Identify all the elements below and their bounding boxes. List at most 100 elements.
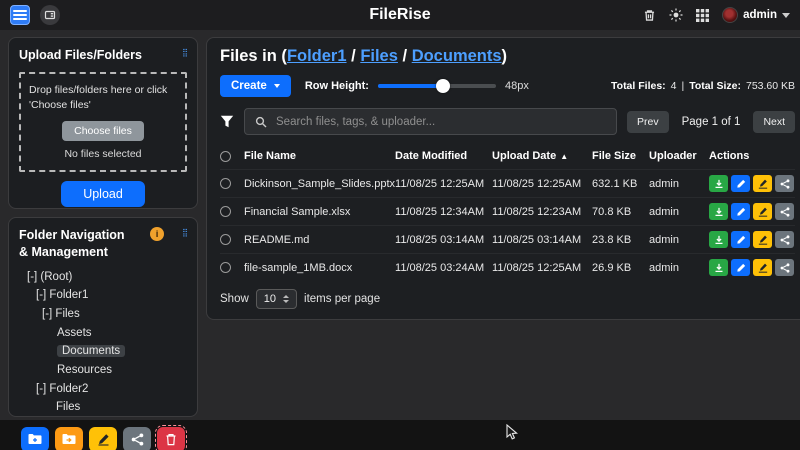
user-avatar (722, 7, 738, 23)
select-all-checkbox[interactable] (220, 151, 231, 162)
toolbar: Create Row Height: 48px Total Files:4 | … (220, 75, 795, 97)
table-row[interactable]: README.md 11/08/25 03:14AM 11/08/25 03:1… (220, 225, 795, 253)
filter-icon (220, 115, 234, 128)
table-row[interactable]: Dickinson_Sample_Slides.pptx 11/08/25 12… (220, 169, 795, 197)
prev-page-button[interactable]: Prev (627, 111, 669, 133)
table-header-row: File Name Date Modified Upload Date▲ Fil… (220, 144, 795, 169)
tree-item-folder2[interactable]: [-] Folder2 (19, 380, 187, 399)
file-size: 70.8 KB (592, 206, 649, 218)
share-button[interactable] (775, 203, 794, 220)
rename-button[interactable] (753, 175, 772, 192)
tree-item-root[interactable]: [-] (Root) (19, 268, 187, 287)
uploader: admin (649, 178, 709, 190)
folder-nav-card: Folder Navigation & Management i ⣿ [-] (… (8, 217, 198, 417)
totals: Total Files:4 | Total Size:753.60 KB (611, 80, 795, 92)
choose-files-button[interactable]: Choose files (62, 121, 144, 141)
breadcrumb-folder1[interactable]: Folder1 (287, 47, 347, 65)
rename-button[interactable] (753, 231, 772, 248)
pencil-icon (97, 433, 110, 446)
col-uploader[interactable]: Uploader (649, 150, 709, 162)
pencil-icon (736, 235, 746, 245)
next-page-button[interactable]: Next (753, 111, 795, 133)
row-checkbox[interactable] (220, 206, 231, 217)
apps-grid-button[interactable] (696, 9, 709, 22)
tree-item-folder2-files[interactable]: Files (19, 398, 187, 417)
file-name[interactable]: Dickinson_Sample_Slides.pptx (244, 178, 395, 190)
edit-button[interactable] (731, 231, 750, 248)
col-upload-date[interactable]: Upload Date▲ (492, 150, 592, 162)
show-label: Show (220, 293, 249, 305)
theme-toggle-button[interactable] (669, 8, 683, 22)
row-height-slider[interactable] (378, 79, 496, 93)
drag-handle-icon[interactable]: ⣿ (182, 227, 187, 237)
file-name[interactable]: file-sample_1MB.docx (244, 262, 395, 274)
folder-actions (19, 427, 187, 450)
breadcrumb-files[interactable]: Files (360, 47, 398, 65)
create-folder-button[interactable] (21, 427, 49, 450)
tree-item-resources[interactable]: Resources (19, 361, 187, 380)
items-per-page-select[interactable]: 10 (256, 289, 297, 309)
date-modified: 11/08/25 12:25AM (395, 178, 492, 190)
share-button[interactable] (775, 259, 794, 276)
upload-date: 11/08/25 12:25AM (492, 262, 592, 274)
filter-button[interactable] (220, 115, 234, 128)
page-title: Files in (Folder1 / Files / Documents) (220, 47, 795, 66)
tree-item-folder1[interactable]: [-] Folder1 (19, 286, 187, 305)
col-file-name[interactable]: File Name (244, 150, 395, 162)
move-folder-button[interactable] (55, 427, 83, 450)
caret-down-icon (782, 13, 790, 18)
top-header: FileRise admin (0, 0, 800, 30)
search-input[interactable] (276, 116, 606, 128)
download-icon (714, 235, 724, 245)
col-date-modified[interactable]: Date Modified (395, 150, 492, 162)
download-button[interactable] (709, 231, 728, 248)
sidebar-toggle-button[interactable] (40, 5, 60, 25)
edit-button[interactable] (731, 175, 750, 192)
trash-view-button[interactable] (643, 9, 656, 22)
share-folder-button[interactable] (123, 427, 151, 450)
download-button[interactable] (709, 203, 728, 220)
row-checkbox[interactable] (220, 234, 231, 245)
col-file-size[interactable]: File Size (592, 150, 649, 162)
upload-button[interactable]: Upload (61, 181, 145, 207)
share-button[interactable] (775, 175, 794, 192)
file-list-panel: Files in (Folder1 / Files / Documents) C… (206, 37, 800, 320)
download-icon (714, 263, 724, 273)
folder-arrow-icon (62, 433, 76, 445)
table-row[interactable]: file-sample_1MB.docx 11/08/25 03:24AM 11… (220, 253, 795, 281)
share-icon (131, 433, 144, 446)
download-button[interactable] (709, 259, 728, 276)
pencil-line-icon (758, 263, 768, 273)
file-name[interactable]: README.md (244, 234, 395, 246)
row-checkbox[interactable] (220, 262, 231, 273)
filerise-logo-icon[interactable] (10, 5, 30, 25)
download-button[interactable] (709, 175, 728, 192)
drag-handle-icon[interactable]: ⣿ (182, 47, 187, 57)
tree-item-files[interactable]: [-] Files (19, 305, 187, 324)
delete-folder-button[interactable] (157, 427, 185, 450)
caret-down-icon (274, 84, 280, 88)
tree-item-documents-selected[interactable]: Documents (19, 342, 187, 361)
sort-ascending-icon: ▲ (560, 152, 568, 161)
info-icon[interactable]: i (150, 227, 164, 241)
share-button[interactable] (775, 231, 794, 248)
edit-button[interactable] (731, 203, 750, 220)
tree-item-assets[interactable]: Assets (19, 324, 187, 343)
row-checkbox[interactable] (220, 178, 231, 189)
file-name[interactable]: Financial Sample.xlsx (244, 206, 395, 218)
download-icon (714, 179, 724, 189)
breadcrumb-documents[interactable]: Documents (412, 47, 502, 65)
table-row[interactable]: Financial Sample.xlsx 11/08/25 12:34AM 1… (220, 197, 795, 225)
upload-dropzone[interactable]: Drop files/folders here or click 'Choose… (19, 72, 187, 172)
folder-plus-icon (28, 433, 42, 445)
rename-button[interactable] (753, 259, 772, 276)
slider-thumb[interactable] (436, 79, 450, 93)
share-icon (780, 179, 790, 189)
edit-button[interactable] (731, 259, 750, 276)
rename-button[interactable] (753, 203, 772, 220)
search-row: Prev Page 1 of 1 Next (220, 108, 795, 135)
user-menu[interactable]: admin (722, 7, 790, 23)
upload-date: 11/08/25 12:23AM (492, 206, 592, 218)
create-button[interactable]: Create (220, 75, 291, 97)
rename-folder-button[interactable] (89, 427, 117, 450)
